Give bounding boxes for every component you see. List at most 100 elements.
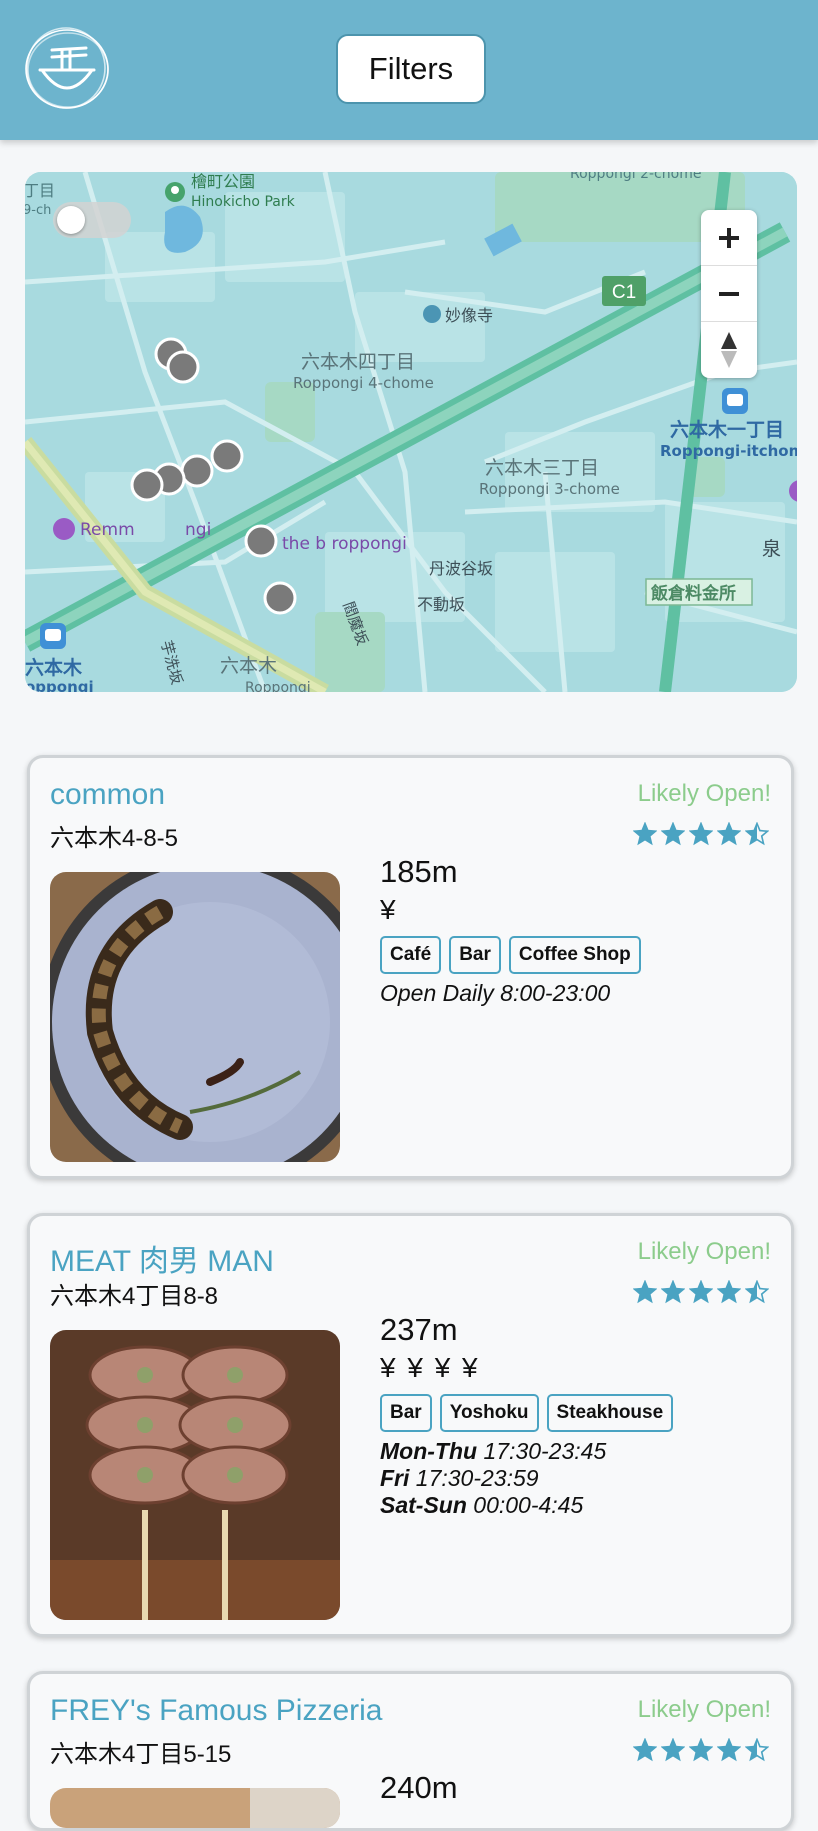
metro-station-icon <box>40 623 66 649</box>
hours-time: 17:30-23:45 <box>483 1438 607 1464</box>
filters-button[interactable]: Filters <box>336 34 486 104</box>
restaurant-address: 六本木4丁目8-8 <box>50 1283 219 1310</box>
hours-line: Sat-Sun 00:00-4:45 <box>380 1492 606 1519</box>
map-label-top-left-en: 9-ch <box>25 203 51 218</box>
star-full-icon <box>661 822 685 846</box>
map-label-itchome: 六本木一丁目 <box>670 418 784 441</box>
star-full-icon <box>689 1738 713 1762</box>
star-rating <box>633 1280 769 1304</box>
open-status: Likely Open! <box>637 780 771 807</box>
restaurant-photo[interactable] <box>50 872 340 1162</box>
hours-time: 00:00-4:45 <box>473 1492 584 1518</box>
tag-chip[interactable]: Steakhouse <box>546 1394 674 1432</box>
restaurant-address: 六本木4丁目5-15 <box>50 1741 232 1768</box>
opening-hours: Open Daily 8:00-23:00 <box>380 980 610 1007</box>
restaurant-marker-icon[interactable] <box>130 468 164 502</box>
restaurant-address: 六本木4-8-5 <box>50 825 179 852</box>
map-label-tanbazaka: 丹波谷坂 <box>429 559 493 578</box>
hours-time: Open Daily 8:00-23:00 <box>380 980 611 1006</box>
star-full-icon <box>717 1738 741 1762</box>
map-label-roppongi3: 六本木三丁目 <box>485 457 599 479</box>
tag-chip[interactable]: Coffee Shop <box>508 936 641 974</box>
hours-line: Fri 17:30-23:59 <box>380 1465 606 1492</box>
map-label-roppongi2: Roppongi 2-chome <box>570 172 701 182</box>
map-label-itchome-en: Roppongi-itchome <box>660 442 797 460</box>
price-level: ¥ ¥ ¥ ¥ <box>380 1352 480 1383</box>
price-level: ¥ <box>380 894 398 925</box>
restaurant-photo[interactable] <box>50 1330 340 1620</box>
restaurant-card[interactable]: FREY's Famous Pizzeria 六本木4丁目5-15 Likely… <box>27 1671 794 1831</box>
tag-chip[interactable]: Bar <box>380 1394 432 1432</box>
star-full-icon <box>633 1738 657 1762</box>
toggle-knob <box>57 206 85 234</box>
open-status: Likely Open! <box>637 1696 771 1723</box>
star-full-icon <box>633 1280 657 1304</box>
map-label-okura: 飯倉料金所 <box>650 583 736 604</box>
distance: 240m <box>380 1770 458 1805</box>
restaurant-name[interactable]: FREY's Famous Pizzeria <box>50 1694 382 1728</box>
map-label-fudozaka: 不動坂 <box>417 595 465 614</box>
map-label-roppongi-bottom: 六本木 <box>220 655 277 677</box>
hotel-icon <box>53 518 75 540</box>
star-half-icon <box>745 822 769 846</box>
map-zoom-control <box>701 210 757 378</box>
map-label-roppongi-station-en: oppongi <box>25 678 94 692</box>
zoom-out-button[interactable] <box>701 266 757 322</box>
restaurant-name[interactable]: common <box>50 778 165 812</box>
map-label-roppongi4: 六本木四丁目 <box>301 351 415 373</box>
star-half-icon <box>745 1738 769 1762</box>
map-label-hotel1: Remm <box>80 520 135 540</box>
star-full-icon <box>717 822 741 846</box>
hours-line: Open Daily 8:00-23:00 <box>380 980 610 1007</box>
restaurant-card[interactable]: MEAT 肉男 MAN 六本木4丁目8-8 Likely Open! 237m … <box>27 1213 794 1637</box>
map-label-top-left: 丁目 <box>25 181 55 200</box>
star-full-icon <box>661 1280 685 1304</box>
restaurant-marker-icon[interactable] <box>210 439 244 473</box>
restaurant-marker-icon[interactable] <box>244 524 278 558</box>
app-header: Filters <box>0 0 818 140</box>
map-label-temple: 妙像寺 <box>445 306 493 325</box>
star-half-icon <box>745 1280 769 1304</box>
map-label-park: 檜町公園 <box>191 172 255 191</box>
distance: 185m <box>380 854 458 889</box>
tag-chip[interactable]: Bar <box>449 936 501 974</box>
map-label-izumi: 泉 <box>762 538 781 560</box>
hours-time: 17:30-23:59 <box>415 1465 539 1491</box>
tag-list: Café Bar Coffee Shop <box>380 936 641 974</box>
tag-chip[interactable]: Café <box>380 936 442 974</box>
map-label-park-en: Hinokicho Park <box>191 194 296 210</box>
star-full-icon <box>689 1280 713 1304</box>
restaurant-card[interactable]: common 六本木4-8-5 Likely Open! 185m ¥ Café… <box>27 755 794 1179</box>
tag-list: Bar Yoshoku Steakhouse <box>380 1394 674 1432</box>
star-rating <box>633 1738 769 1762</box>
temple-icon <box>423 305 441 323</box>
restaurant-marker-icon[interactable] <box>166 350 200 384</box>
minus-icon <box>719 291 739 296</box>
star-rating <box>633 822 769 846</box>
hours-days: Fri <box>380 1465 410 1491</box>
plus-icon <box>719 227 739 248</box>
hours-line: Mon-Thu 17:30-23:45 <box>380 1438 606 1465</box>
reset-bearing-button[interactable] <box>701 322 757 378</box>
hours-days: Mon-Thu <box>380 1438 478 1464</box>
zoom-in-button[interactable] <box>701 210 757 266</box>
metro-station-icon <box>722 388 748 414</box>
map-toggle-switch[interactable] <box>53 202 131 238</box>
hours-days: Sat-Sun <box>380 1492 467 1518</box>
compass-icon <box>721 332 737 368</box>
restaurant-photo[interactable] <box>50 1788 340 1828</box>
map-label-roppongi4-en: Roppongi 4-chome <box>293 374 434 392</box>
map-label-roppongi-bottom-en: Roppongi <box>245 680 311 692</box>
distance: 237m <box>380 1312 458 1347</box>
star-full-icon <box>717 1280 741 1304</box>
map-label-c1: C1 <box>612 282 636 303</box>
tag-chip[interactable]: Yoshoku <box>439 1394 539 1432</box>
restaurant-name[interactable]: MEAT 肉男 MAN <box>50 1236 274 1280</box>
map-label-hotel2: the b roppongi <box>282 534 407 554</box>
map-canvas[interactable]: C1 丁目 9-ch Roppongi 2-chome 檜町公園 Hinokic… <box>25 172 797 692</box>
restaurant-marker-icon[interactable] <box>263 581 297 615</box>
map-view[interactable]: C1 丁目 9-ch Roppongi 2-chome 檜町公園 Hinokic… <box>25 172 797 692</box>
open-status: Likely Open! <box>637 1238 771 1265</box>
ramen-bowl-logo-icon[interactable] <box>22 26 112 112</box>
restaurant-marker-icon[interactable] <box>180 454 214 488</box>
